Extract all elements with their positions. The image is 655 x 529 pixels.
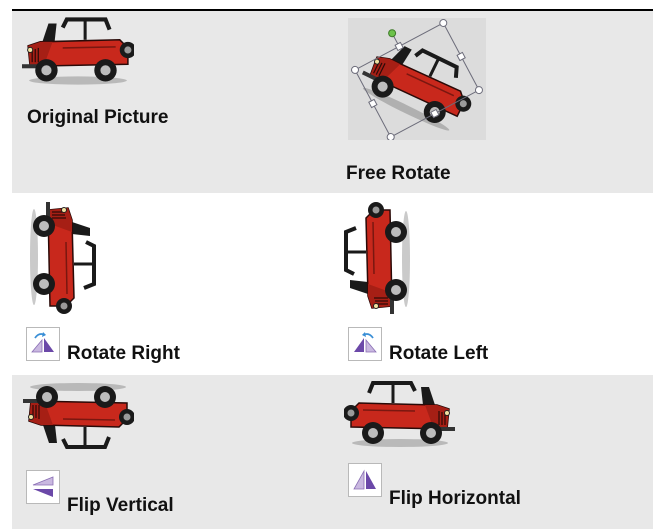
- jeep-flip-vertical-picture[interactable]: [22, 381, 134, 449]
- table-row-3: Flip Vertical Flip Horizontal: [12, 375, 653, 529]
- rotate-right-label: Rotate Right: [67, 343, 180, 364]
- rotate-left-cell: Rotate Left: [334, 194, 653, 374]
- rotate-left-label: Rotate Left: [389, 343, 489, 364]
- flip-horizontal-cell: Flip Horizontal: [334, 375, 653, 529]
- table-row-2: Rotate Right Rotate Left: [12, 194, 653, 374]
- rotate-left-icon[interactable]: [348, 327, 382, 361]
- rotate-right-icon[interactable]: [26, 327, 60, 361]
- jeep-rotate-left-picture[interactable]: [344, 202, 414, 314]
- table-row-1: Original Picture Free Rotate: [12, 11, 653, 193]
- flip-vertical-icon[interactable]: [26, 470, 60, 504]
- free-rotate-cell: Free Rotate: [334, 11, 653, 193]
- jeep-original-picture[interactable]: [22, 17, 134, 87]
- flip-vertical-label: Flip Vertical: [67, 495, 174, 516]
- flip-vertical-cell: Flip Vertical: [12, 375, 334, 529]
- original-picture-label: Original Picture: [27, 107, 169, 128]
- jeep-rotate-right-picture[interactable]: [26, 202, 96, 314]
- flip-horizontal-label: Flip Horizontal: [389, 488, 521, 509]
- rotate-right-cell: Rotate Right: [12, 194, 334, 374]
- flip-horizontal-icon[interactable]: [348, 463, 382, 497]
- jeep-free-rotate-picture[interactable]: [348, 18, 486, 140]
- free-rotate-label: Free Rotate: [346, 163, 451, 184]
- jeep-flip-horizontal-picture[interactable]: [344, 381, 456, 449]
- original-cell: Original Picture: [12, 11, 334, 193]
